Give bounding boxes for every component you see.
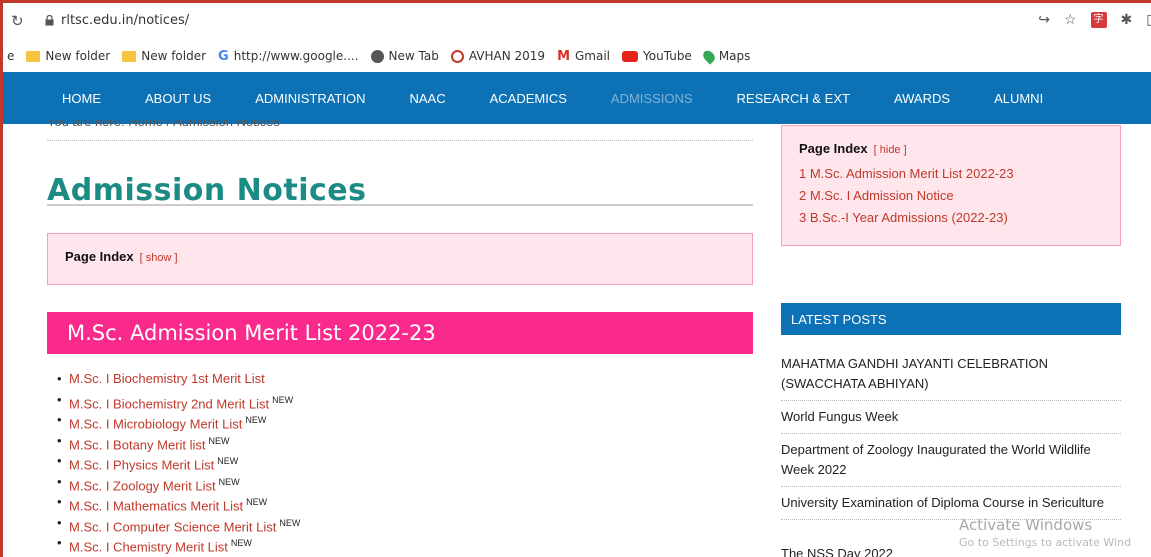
nav-academics[interactable]: ACADEMICS [490,91,567,106]
toc-heading: Page Index[ hide ] [799,141,907,156]
avhan-icon [450,49,464,63]
list-item[interactable]: M.Sc. I Biochemistry 2nd Merit ListNEW [57,391,300,412]
bookmark-item[interactable]: AVHAN 2019 [450,49,545,63]
star-icon[interactable]: ☆ [1064,11,1077,28]
page-index-hide-toggle[interactable]: [ hide ] [874,144,907,156]
latest-post-item[interactable]: World Fungus Week [781,407,1121,434]
globe-icon [370,49,384,63]
folder-icon [122,50,137,62]
url-field[interactable]: rltsc.edu.in/notices/ [61,13,189,28]
new-badge: NEW [272,394,294,405]
latest-post-item[interactable]: Department of Zoology Inaugurated the Wo… [781,440,1121,487]
extension-icon[interactable]: 字 [1090,11,1107,28]
reload-icon[interactable]: ↻ [11,12,24,30]
page-index-show-toggle[interactable]: [ show ] [140,252,178,264]
activate-windows-watermark: Activate Windows [959,516,1093,534]
toc-item[interactable]: 1 M.Sc. Admission Merit List 2022-23 [799,166,1014,181]
nav-alumni[interactable]: ALUMNI [994,91,1043,106]
merit-list-links: M.Sc. I Biochemistry 1st Merit List M.Sc… [57,370,301,555]
address-bar-row: ↻ rltsc.edu.in/notices/ ↪ ☆ 字 ✱ ▯ [3,3,1151,40]
nav-administration[interactable]: ADMINISTRATION [255,91,365,106]
page-index-heading: Page Index[ show ] [65,249,178,264]
list-item[interactable]: M.Sc. I Microbiology Merit ListNEW [57,411,300,432]
new-badge: NEW [218,476,240,487]
list-item[interactable]: M.Sc. I Physics Merit ListNEW [57,452,300,473]
bookmark-item[interactable]: Maps [700,47,750,65]
bookmarks-bar: e New folder New folder Ghttp://www.goog… [3,40,1151,72]
new-badge: NEW [246,497,268,507]
new-badge: NEW [245,415,267,425]
bookmark-item[interactable]: New Tab [370,49,439,63]
nav-home[interactable]: HOME [62,91,101,106]
sidebar-icon[interactable]: ▯ [1146,11,1151,28]
google-icon: G [218,48,229,64]
nav-research-ext[interactable]: RESEARCH & EXT [737,91,850,106]
share-icon[interactable]: ↪ [1038,11,1050,28]
nav-naac[interactable]: NAAC [409,91,445,106]
list-item[interactable]: M.Sc. I Mathematics Merit ListNEW [57,493,300,514]
activate-windows-hint: Go to Settings to activate Wind [959,536,1132,549]
new-badge: NEW [217,456,239,466]
latest-posts-heading: LATEST POSTS [781,303,1121,335]
bookmark-item[interactable]: YouTube [622,49,692,63]
nav-about-us[interactable]: ABOUT US [145,91,211,106]
nav-admissions[interactable]: ADMISSIONS [611,91,693,106]
list-item[interactable]: M.Sc. I Chemistry Merit ListNEW [57,534,300,555]
main-nav: HOME ABOUT US ADMINISTRATION NAAC ACADEM… [3,72,1151,124]
folder-icon [26,50,41,62]
section-title: M.Sc. Admission Merit List 2022-23 [67,321,436,345]
lock-icon [45,15,54,26]
page-index-box: Page Index[ show ] [47,233,753,285]
maps-icon [700,47,717,65]
latest-post-item[interactable]: MAHATMA GANDHI JAYANTI CELEBRATION (SWAC… [781,354,1121,401]
toc-item[interactable]: 3 B.Sc.-I Year Admissions (2022-23) [799,210,1008,225]
bookmark-item[interactable]: Ghttp://www.google.... [218,49,358,64]
nav-awards[interactable]: AWARDS [894,91,950,106]
page-title: Admission Notices [47,173,367,208]
divider [47,140,753,141]
bookmark-item[interactable]: M Gmail [557,49,610,64]
youtube-icon [622,50,639,62]
new-badge: NEW [230,538,252,548]
list-item[interactable]: M.Sc. I Zoology Merit ListNEW [57,473,300,494]
gmail-icon: M [557,48,570,64]
puzzle-icon[interactable]: ✱ [1121,11,1133,28]
list-item[interactable]: M.Sc. I Botany Merit listNEW [57,432,300,453]
bookmark-item[interactable]: New folder [122,49,206,63]
list-item[interactable]: M.Sc. I Biochemistry 1st Merit List [57,370,300,391]
toc-item[interactable]: 2 M.Sc. I Admission Notice [799,188,954,203]
section-header: M.Sc. Admission Merit List 2022-23 [47,312,753,354]
new-badge: NEW [208,435,230,446]
bookmark-item[interactable]: New folder [26,49,110,63]
title-underline [47,204,753,206]
bookmark-stub[interactable]: e [7,49,14,63]
list-item[interactable]: M.Sc. I Computer Science Merit ListNEW [57,514,301,535]
address-bar-icons: ↪ ☆ 字 ✱ ▯ [1038,11,1151,28]
new-badge: NEW [279,517,301,528]
sidebar-page-index: Page Index[ hide ] 1 M.Sc. Admission Mer… [781,125,1121,246]
breadcrumb: You are here: Home / Admission Notices [47,120,280,128]
browser-window: ↻ rltsc.edu.in/notices/ ↪ ☆ 字 ✱ ▯ e New … [0,0,1151,557]
